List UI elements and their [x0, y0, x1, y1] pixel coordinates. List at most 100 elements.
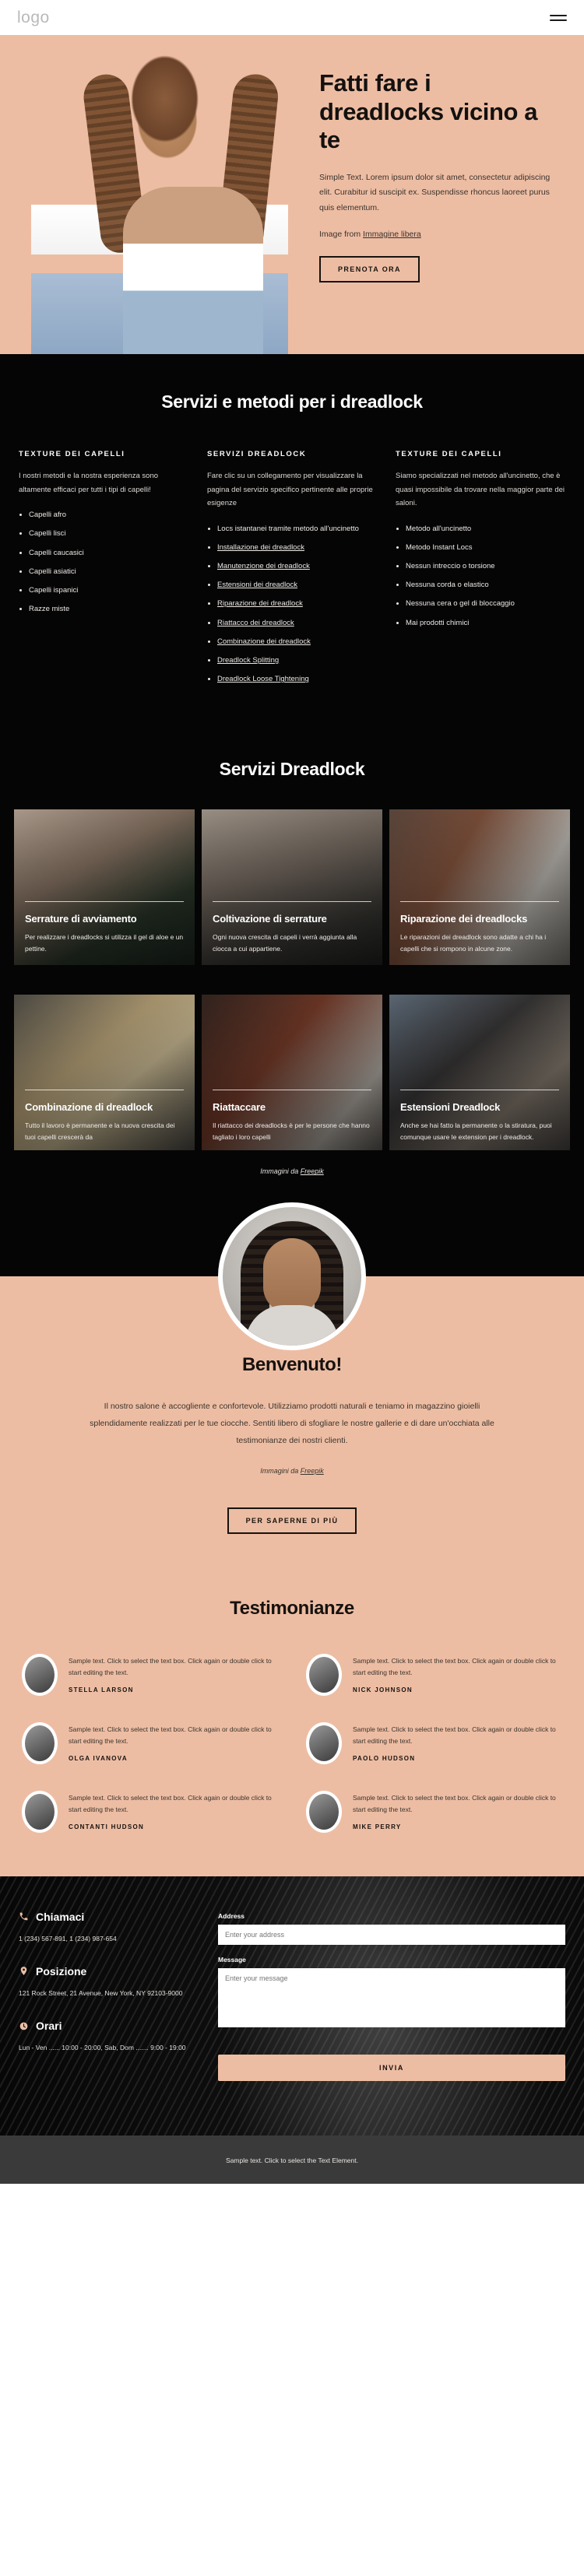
testimonial-text: Sample text. Click to select the text bo… — [353, 1725, 556, 1745]
column-heading: SERVIZI DREADLOCK — [207, 450, 307, 458]
testimonial-text: Sample text. Click to select the text bo… — [69, 1656, 272, 1676]
contact-heading-label: Chiamaci — [36, 1910, 85, 1923]
phone-icon — [19, 1912, 28, 1921]
gallery-card[interactable]: Estensioni Dreadlock Anche se hai fatto … — [389, 995, 570, 1151]
list-item-label: Nessuna corda o elastico — [406, 581, 489, 590]
service-link[interactable]: Riparazione dei dreadlock — [217, 599, 303, 608]
hamburger-menu-icon[interactable] — [550, 14, 567, 21]
list-item[interactable]: Dreadlock Splitting — [207, 655, 377, 666]
list-item: Metodo all'uncinetto — [396, 523, 565, 535]
message-textarea[interactable] — [218, 1967, 565, 2027]
list-item-label: Nessuna cera o gel di bloccaggio — [406, 599, 515, 609]
book-now-button[interactable]: PRENOTA ORA — [319, 256, 420, 283]
service-link[interactable]: Riattacco dei dreadlock — [217, 619, 294, 627]
contact-hours-text: Lun - Ven ...... 10:00 - 20:00, Sab, Dom… — [19, 2044, 186, 2052]
welcome-title: Benvenuto! — [241, 1354, 342, 1376]
message-label: Message — [218, 1955, 246, 1964]
column-intro: Siamo specializzati nel metodo all'uncin… — [396, 472, 565, 508]
testimonial-author: OLGA IVANOVA — [69, 1755, 128, 1763]
contact-form: Address Message INVIA — [218, 1911, 565, 2081]
card-title: Combinazione di dreadlock — [25, 1101, 153, 1113]
service-link[interactable]: Dreadlock Loose Tightening — [217, 675, 309, 683]
burger-line — [550, 19, 567, 21]
avatar — [306, 1721, 342, 1764]
list-item: Nessun intreccio o torsione — [396, 560, 565, 572]
list-item[interactable]: Manutenzione dei dreadlock — [207, 560, 377, 572]
service-link[interactable]: Installazione dei dreadlock — [217, 543, 304, 552]
list-item-label: Metodo all'uncinetto — [406, 524, 472, 533]
card-text: Anche se hai fatto la permanente o la st… — [400, 1121, 552, 1141]
gallery-card[interactable]: Riparazione dei dreadlocks Le riparazion… — [389, 809, 570, 966]
message-field-group: Message — [218, 1956, 565, 2031]
testimonial-text: Sample text. Click to select the text bo… — [353, 1656, 556, 1676]
avatar — [306, 1790, 342, 1833]
card-text: Il riattacco dei dreadlocks è per le per… — [213, 1121, 370, 1141]
submit-button[interactable]: INVIA — [218, 2054, 565, 2081]
list-item[interactable]: Riparazione dei dreadlock — [207, 598, 377, 609]
testimonial-body: Sample text. Click to select the text bo… — [353, 1722, 562, 1763]
list-item[interactable]: Riattacco dei dreadlock — [207, 617, 377, 629]
welcome-avatar — [218, 1202, 366, 1351]
gallery-card[interactable]: Riattaccare Il riattacco dei dreadlocks … — [202, 995, 382, 1151]
list-item: Capelli afro — [19, 509, 188, 521]
gallery-card[interactable]: Coltivazione di serrature Ogni nuova cre… — [202, 809, 382, 966]
testimonial-item: Sample text. Click to select the text bo… — [306, 1653, 562, 1696]
testimonial-item: Sample text. Click to select the text bo… — [22, 1721, 278, 1764]
hero-credit-link[interactable]: Immagine libera — [363, 230, 421, 239]
hero-title: Fatti fare i dreadlocks vicino a te — [319, 69, 538, 154]
list-item-label: Capelli afro — [29, 511, 67, 520]
card-text: Per realizzare i dreadlocks si utilizza … — [25, 932, 184, 953]
contact-heading-label: Posizione — [36, 1964, 87, 1978]
gallery-card[interactable]: Serrature di avviamento Per realizzare i… — [14, 809, 195, 966]
hero-model-torso — [123, 187, 263, 354]
avatar — [22, 1790, 58, 1833]
column-list: Capelli afro Capelli lisci Capelli cauca… — [19, 509, 188, 615]
list-item[interactable]: Estensioni dei dreadlock — [207, 579, 377, 591]
gallery-card[interactable]: Combinazione di dreadlock Tutto il lavor… — [14, 995, 195, 1151]
card-divider — [213, 901, 371, 902]
column-dreadlock-services: SERVIZI DREADLOCK Fare clic su un colleg… — [207, 450, 377, 692]
hero-image-credit: Image from Immagine libera — [319, 230, 561, 239]
site-header: logo — [0, 0, 584, 35]
list-item: Mai prodotti chimici — [396, 617, 565, 629]
address-field-group: Address — [218, 1912, 565, 1945]
list-item-label: Nessun intreccio o torsione — [406, 562, 495, 571]
contact-inner: Chiamaci 1 (234) 567-891, 1 (234) 987-65… — [19, 1911, 565, 2081]
hero-photo — [0, 35, 311, 354]
service-link[interactable]: Manutenzione dei dreadlock — [217, 562, 310, 570]
column-intro: Fare clic su un collegamento per visuali… — [207, 472, 373, 508]
gallery-credit-link[interactable]: Freepik — [301, 1167, 324, 1175]
list-item: Locs istantanei tramite metodo all'uncin… — [207, 523, 377, 535]
card-divider — [25, 901, 184, 902]
testimonials-title: Testimonianze — [230, 1597, 354, 1619]
card-body: Coltivazione di serrature Ogni nuova cre… — [213, 901, 371, 954]
list-item-label: Capelli caucasici — [29, 548, 84, 557]
services-methods-title: Servizi e metodi per i dreadlock — [161, 391, 423, 412]
location-pin-icon — [20, 1967, 27, 1976]
list-item: Capelli ispanici — [19, 584, 188, 596]
service-link[interactable]: Estensioni dei dreadlock — [217, 581, 297, 589]
card-divider — [400, 901, 559, 902]
list-item: Razze miste — [19, 603, 188, 615]
column-hair-texture-2: TEXTURE DEI CAPELLI Siamo specializzati … — [396, 450, 565, 692]
list-item[interactable]: Dreadlock Loose Tightening — [207, 673, 377, 685]
site-logo[interactable]: logo — [17, 9, 50, 27]
testimonials-section: Testimonianze Sample text. Click to sele… — [0, 1571, 584, 1876]
list-item: Metodo Instant Locs — [396, 542, 565, 553]
list-item[interactable]: Installazione dei dreadlock — [207, 542, 377, 553]
services-methods-section: Servizi e metodi per i dreadlock TEXTURE… — [0, 354, 584, 724]
service-link[interactable]: Dreadlock Splitting — [217, 656, 279, 665]
welcome-credit-link[interactable]: Freepik — [301, 1467, 324, 1475]
service-link[interactable]: Combinazione dei dreadlock — [217, 637, 311, 646]
testimonial-body: Sample text. Click to select the text bo… — [353, 1654, 562, 1694]
column-list: Metodo all'uncinetto Metodo Instant Locs… — [396, 523, 565, 629]
hero-paragraph: Simple Text. Lorem ipsum dolor sit amet,… — [319, 172, 551, 212]
address-input[interactable] — [218, 1924, 565, 1945]
list-item-label: Mai prodotti chimici — [406, 618, 470, 627]
list-item[interactable]: Combinazione dei dreadlock — [207, 636, 377, 648]
learn-more-button[interactable]: PER SAPERNE DI PIÙ — [227, 1507, 357, 1534]
avatar — [22, 1721, 58, 1764]
hero-credit-prefix: Image from — [319, 230, 364, 239]
testimonial-item: Sample text. Click to select the text bo… — [22, 1790, 278, 1833]
testimonial-author: CONTANTI HUDSON — [69, 1823, 145, 1831]
